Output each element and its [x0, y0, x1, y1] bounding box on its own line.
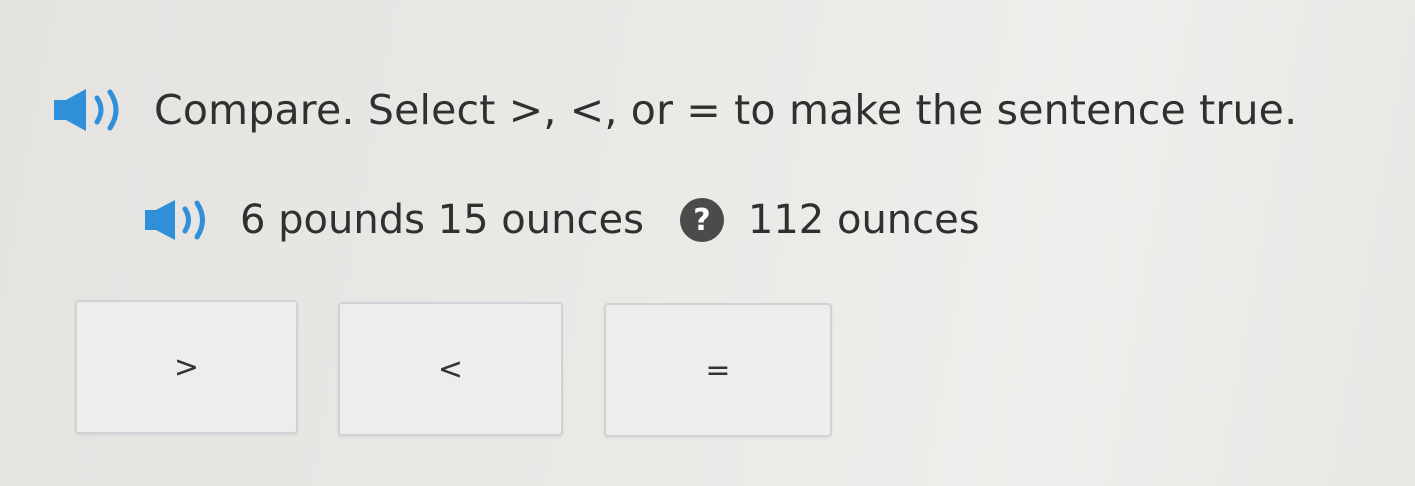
less-than-button[interactable]: < [338, 302, 563, 436]
problem-speaker-icon[interactable] [143, 197, 213, 243]
left-quantity: 6 pounds 15 ounces [240, 197, 644, 243]
greater-than-button[interactable]: > [75, 300, 298, 434]
right-quantity: 112 ounces [747, 197, 980, 243]
prompt-speaker-icon[interactable] [52, 87, 128, 133]
comparison-placeholder-icon: ? [679, 198, 724, 242]
comparison-sentence: 6 pounds 15 ounces ? 112 ounces [240, 194, 980, 246]
equal-button[interactable]: = [604, 303, 832, 437]
question-prompt: Compare. Select >, <, or = to make the s… [154, 86, 1298, 134]
